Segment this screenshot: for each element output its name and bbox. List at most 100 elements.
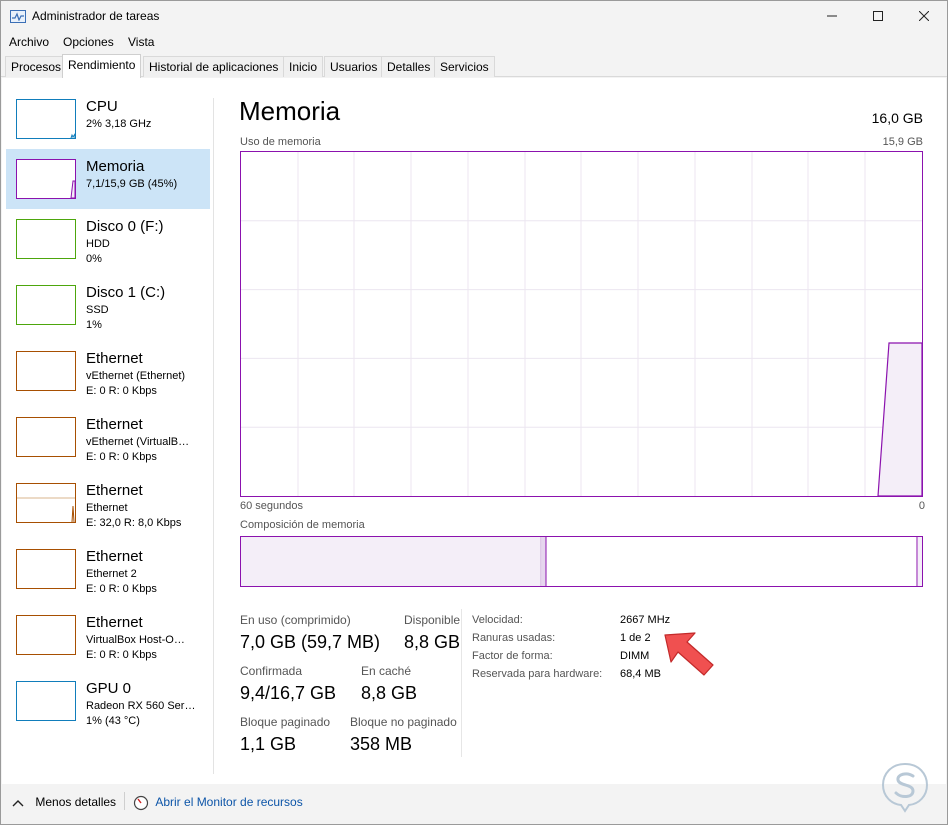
- in-use-value: 7,0 GB (59,7 MB): [240, 632, 381, 652]
- cached-label: En caché: [361, 664, 412, 678]
- paged-pool-value: 1,1 GB: [240, 734, 297, 754]
- ethernet-thumbnail-graph: [16, 549, 76, 589]
- ethernet-thumbnail-graph: [16, 615, 76, 655]
- resource-monitor-link[interactable]: Abrir el Monitor de recursos: [133, 795, 303, 811]
- sidebar-item-title: Ethernet: [86, 482, 143, 499]
- ethernet-thumbnail-graph: [16, 483, 76, 523]
- sidebar-item-title: Disco 0 (F:): [86, 218, 164, 235]
- memory-thumbnail-graph: [16, 159, 76, 199]
- sidebar-item-detail-2: 1% (43 °C): [86, 715, 140, 727]
- memory-composition-graph: [240, 536, 923, 587]
- available-label: Disponible: [404, 613, 461, 627]
- speed-value: 2667 MHz: [620, 614, 671, 626]
- sidebar-item-detail: VirtualBox Host-O…: [86, 634, 185, 646]
- slots-label: Ranuras usadas:: [472, 632, 556, 644]
- tab-rendimiento[interactable]: Rendimiento: [62, 54, 142, 78]
- nonpaged-pool-value: 358 MB: [350, 734, 413, 754]
- form-factor-label: Factor de forma:: [472, 650, 553, 662]
- sidebar-item-memoria[interactable]: Memoria 7,1/15,9 GB (45%): [6, 149, 210, 209]
- sidebar-item-ethernet-4[interactable]: Ethernet Ethernet 2 E: 0 R: 0 Kbps: [6, 539, 210, 599]
- cached-value: 8,8 GB: [361, 683, 418, 703]
- maximize-button[interactable]: [855, 1, 901, 31]
- time-axis-start: 60 segundos: [240, 500, 303, 512]
- sidebar-item-title: Memoria: [86, 158, 145, 175]
- sidebar-item-title: Ethernet: [86, 614, 143, 631]
- sidebar-item-detail: 2% 3,18 GHz: [86, 118, 152, 130]
- window-title: Administrador de tareas: [32, 9, 160, 23]
- sidebar-item-detail: 7,1/15,9 GB (45%): [86, 178, 178, 190]
- minimize-button[interactable]: [809, 1, 855, 31]
- sidebar-item-title: Ethernet: [86, 416, 143, 433]
- sidebar-item-title: Ethernet: [86, 548, 143, 565]
- tab-detalles[interactable]: Detalles: [381, 56, 437, 77]
- sidebar-item-detail: vEthernet (VirtualB…: [86, 436, 190, 448]
- ethernet-thumbnail-graph: [16, 417, 76, 457]
- performance-panel: CPU 2% 3,18 GHz Memoria 7,1/15,9 GB (45%…: [2, 78, 946, 784]
- menu-bar: Archivo Opciones Vista: [1, 32, 947, 52]
- cpu-thumbnail-graph: [16, 99, 76, 139]
- chevron-up-icon: [12, 799, 24, 807]
- less-details-button[interactable]: Menos detalles: [12, 795, 116, 809]
- sidebar-item-title: Disco 1 (C:): [86, 284, 166, 301]
- tab-historial[interactable]: Historial de aplicaciones: [143, 56, 285, 77]
- menu-vista[interactable]: Vista: [128, 35, 154, 49]
- menu-opciones[interactable]: Opciones: [63, 35, 114, 49]
- sidebar-item-disco-0[interactable]: Disco 0 (F:) HDD 0%: [6, 209, 210, 269]
- sidebar-item-detail-2: E: 0 R: 0 Kbps: [86, 451, 157, 463]
- tab-servicios[interactable]: Servicios: [434, 56, 495, 77]
- page-title: Memoria: [239, 96, 341, 126]
- sidebar-item-ethernet-1[interactable]: Ethernet vEthernet (Ethernet) E: 0 R: 0 …: [6, 341, 210, 401]
- slots-value: 1 de 2: [620, 632, 651, 644]
- sidebar-item-ethernet-2[interactable]: Ethernet vEthernet (VirtualB… E: 0 R: 0 …: [6, 407, 210, 467]
- disk-thumbnail-graph: [16, 219, 76, 259]
- tab-bar: Procesos Rendimiento Historial de aplica…: [1, 54, 947, 78]
- sidebar-item-title: GPU 0: [86, 680, 132, 697]
- sidebar-item-title: CPU: [86, 98, 118, 115]
- resource-monitor-icon: [133, 795, 149, 811]
- sidebar-item-detail-2: E: 0 R: 0 Kbps: [86, 649, 157, 661]
- sidebar-item-detail: SSD: [86, 304, 109, 316]
- gpu-thumbnail-graph: [16, 681, 76, 721]
- form-factor-value: DIMM: [620, 650, 650, 662]
- sidebar-item-ethernet-5[interactable]: Ethernet VirtualBox Host-O… E: 0 R: 0 Kb…: [6, 605, 210, 665]
- resource-sidebar: CPU 2% 3,18 GHz Memoria 7,1/15,9 GB (45%…: [2, 78, 214, 784]
- nonpaged-pool-label: Bloque no paginado: [350, 715, 457, 729]
- sidebar-item-disco-1[interactable]: Disco 1 (C:) SSD 1%: [6, 275, 210, 335]
- less-details-label: Menos detalles: [35, 795, 117, 809]
- committed-label: Confirmada: [240, 664, 303, 678]
- sidebar-item-detail-2: E: 32,0 R: 8,0 Kbps: [86, 517, 182, 529]
- sidebar-item-detail: Ethernet: [86, 502, 128, 514]
- memory-usage-graph: [240, 151, 923, 497]
- tab-procesos[interactable]: Procesos: [5, 56, 68, 77]
- sidebar-item-detail: Ethernet 2: [86, 568, 137, 580]
- sidebar-item-detail-2: E: 0 R: 0 Kbps: [86, 385, 157, 397]
- usage-chart-max: 15,9 GB: [882, 136, 923, 148]
- resource-monitor-label: Abrir el Monitor de recursos: [155, 795, 303, 810]
- tab-usuarios[interactable]: Usuarios: [324, 56, 384, 77]
- title-bar[interactable]: Administrador de tareas: [1, 1, 947, 31]
- task-manager-icon: [10, 10, 26, 23]
- total-memory: 16,0 GB: [871, 110, 923, 126]
- menu-archivo[interactable]: Archivo: [9, 35, 49, 49]
- time-axis-end: 0: [918, 500, 925, 512]
- hardware-reserved-value: 68,4 MB: [620, 668, 661, 680]
- close-button[interactable]: [901, 1, 947, 31]
- sidebar-item-gpu-0[interactable]: GPU 0 Radeon RX 560 Ser… 1% (43 °C): [6, 671, 210, 731]
- disk-thumbnail-graph: [16, 285, 76, 325]
- committed-value: 9,4/16,7 GB: [240, 683, 337, 703]
- available-value: 8,8 GB: [404, 632, 461, 652]
- speed-label: Velocidad:: [472, 614, 523, 626]
- ethernet-thumbnail-graph: [16, 351, 76, 391]
- sidebar-item-cpu[interactable]: CPU 2% 3,18 GHz: [6, 89, 210, 149]
- tab-inicio[interactable]: Inicio: [283, 56, 324, 77]
- sidebar-item-detail: Radeon RX 560 Ser…: [86, 700, 196, 712]
- stats-divider: [461, 609, 462, 757]
- sidebar-item-ethernet-3[interactable]: Ethernet Ethernet E: 32,0 R: 8,0 Kbps: [6, 473, 210, 533]
- sidebar-item-detail: vEthernet (Ethernet): [86, 370, 186, 382]
- sidebar-item-detail-2: E: 0 R: 0 Kbps: [86, 583, 157, 595]
- footer-separator: [124, 792, 125, 810]
- sidebar-item-detail-2: 1%: [86, 319, 102, 331]
- hardware-reserved-label: Reservada para hardware:: [472, 668, 603, 680]
- usage-chart-label: Uso de memoria: [240, 136, 321, 148]
- in-use-label: En uso (comprimido): [240, 613, 351, 627]
